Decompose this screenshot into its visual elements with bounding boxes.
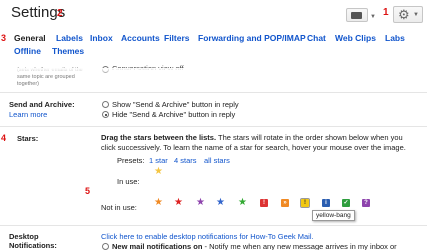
tab-forwarding[interactable]: Forwarding and POP/IMAP <box>198 33 306 43</box>
purple-question-icon[interactable]: ? <box>362 199 370 207</box>
keyboard-icon <box>351 12 362 19</box>
annotation-number-2: 2 <box>57 8 63 19</box>
radio-hide-send-archive[interactable] <box>102 111 109 118</box>
scroll-fade <box>0 68 427 76</box>
annotation-number-1: 1 <box>383 7 389 18</box>
enable-desktop-notifications-link[interactable]: Click here to enable desktop notificatio… <box>101 232 314 241</box>
settings-gear-button[interactable]: ⚙ ▼ <box>393 6 423 23</box>
yellow-star-icon[interactable]: ★ <box>154 167 163 177</box>
chevron-down-icon: ▼ <box>413 12 419 18</box>
orange-star-icon[interactable]: ★ <box>154 198 163 208</box>
tab-labs[interactable]: Labs <box>385 33 405 43</box>
tab-offline[interactable]: Offline <box>14 46 41 56</box>
in-use-label: In use: <box>117 177 140 186</box>
yellow-bang-icon[interactable]: ! <box>300 198 310 208</box>
not-in-use-label: Not in use: <box>101 203 137 212</box>
tab-general[interactable]: General <box>14 33 46 43</box>
green-check-icon[interactable]: ✓ <box>342 199 350 207</box>
new-mail-notifications-option: New mail notifications on - Notify me wh… <box>112 242 397 250</box>
purple-star-icon[interactable]: ★ <box>196 198 205 208</box>
red-bang-icon[interactable]: ! <box>260 199 268 207</box>
tab-filters[interactable]: Filters <box>164 33 190 43</box>
annotation-number-3: 3 <box>1 33 7 43</box>
new-mail-notifications-text: - Notify me when any new message arrives… <box>202 242 397 250</box>
star-name-tooltip: yellow-bang <box>312 210 355 221</box>
gear-icon: ⚙ <box>398 7 410 22</box>
desktop-notifications-label-2: Notifications: <box>9 241 57 250</box>
stars-instructions-line-2: click successively. To learn the name of… <box>101 142 406 152</box>
tab-accounts[interactable]: Accounts <box>121 33 160 43</box>
tab-labels[interactable]: Labels <box>56 33 83 43</box>
divider <box>0 225 427 226</box>
send-archive-label: Send and Archive: <box>9 100 75 109</box>
annotation-number-5: 5 <box>85 186 91 196</box>
divider <box>0 126 427 127</box>
red-star-icon[interactable]: ★ <box>174 198 183 208</box>
divider <box>0 92 427 93</box>
tab-themes[interactable]: Themes <box>52 46 84 56</box>
stars-instructions: Drag the stars between the lists. The st… <box>101 133 423 152</box>
tab-web-clips[interactable]: Web Clips <box>335 33 376 43</box>
input-tools-button[interactable]: ▼ <box>346 8 376 22</box>
blue-info-icon[interactable]: i <box>322 199 330 207</box>
preset-4-stars-link[interactable]: 4 stars <box>174 156 197 165</box>
orange-guillemet-icon[interactable]: » <box>281 199 289 207</box>
preset-all-stars-link[interactable]: all stars <box>204 156 230 165</box>
stars-label: Stars: <box>17 134 39 143</box>
desktop-notifications-label-1: Desktop <box>9 232 39 241</box>
annotation-number-4: 4 <box>1 133 7 143</box>
learn-more-link[interactable]: Learn more <box>9 110 47 119</box>
tab-chat[interactable]: Chat <box>307 33 326 43</box>
chevron-down-icon: ▼ <box>370 14 376 20</box>
hide-send-archive-label: Hide "Send & Archive" button in reply <box>112 110 236 119</box>
tab-inbox[interactable]: Inbox <box>90 33 113 43</box>
green-star-icon[interactable]: ★ <box>238 198 247 208</box>
blue-star-icon[interactable]: ★ <box>216 198 225 208</box>
preset-1-star-link[interactable]: 1 star <box>149 156 168 165</box>
radio-new-mail-notifications[interactable] <box>102 243 109 250</box>
show-send-archive-label: Show "Send & Archive" button in reply <box>112 100 239 109</box>
new-mail-notifications-bold: New mail notifications on <box>112 242 203 250</box>
stars-instructions-text: The stars will rotate in the order shown… <box>216 133 403 142</box>
stars-instructions-bold: Drag the stars between the lists. <box>101 133 217 142</box>
radio-show-send-archive[interactable] <box>102 101 109 108</box>
presets-label: Presets: <box>117 156 145 165</box>
